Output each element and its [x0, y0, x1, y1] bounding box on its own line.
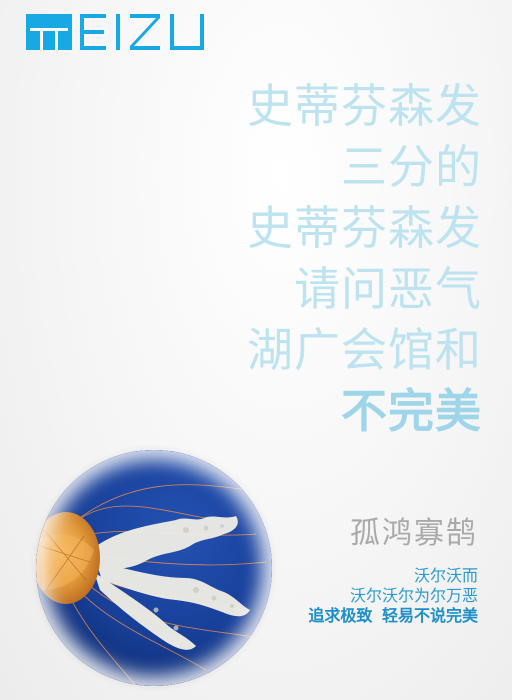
description-line: 沃尔沃尔为尔万恶: [349, 586, 478, 605]
meizu-logo: [26, 14, 216, 50]
headline-line: 史蒂芬森发: [247, 79, 482, 133]
description-line: 沃尔沃而: [413, 566, 478, 585]
slogan: 追求极致 轻易不说完美: [308, 606, 478, 625]
meizu-logo-mark: [26, 14, 204, 50]
headline-line: 湖广会馆和: [247, 323, 482, 377]
headline-line: 史蒂芬森发: [247, 201, 482, 255]
headline-emphasis: 不完美: [341, 384, 482, 438]
jellyfish-illustration: [36, 450, 272, 686]
subtitle: 孤鸿寡鹄: [350, 516, 478, 551]
headline-line: 请问恶气: [294, 262, 482, 316]
headline-line: 三分的: [341, 140, 482, 194]
description: 沃尔沃而 沃尔沃尔为尔万恶 追求极致 轻易不说完美: [308, 566, 478, 626]
jellyfish-image: [36, 450, 272, 686]
headline: 史蒂芬森发 三分的 史蒂芬森发 请问恶气 湖广会馆和 不完美: [247, 76, 482, 442]
